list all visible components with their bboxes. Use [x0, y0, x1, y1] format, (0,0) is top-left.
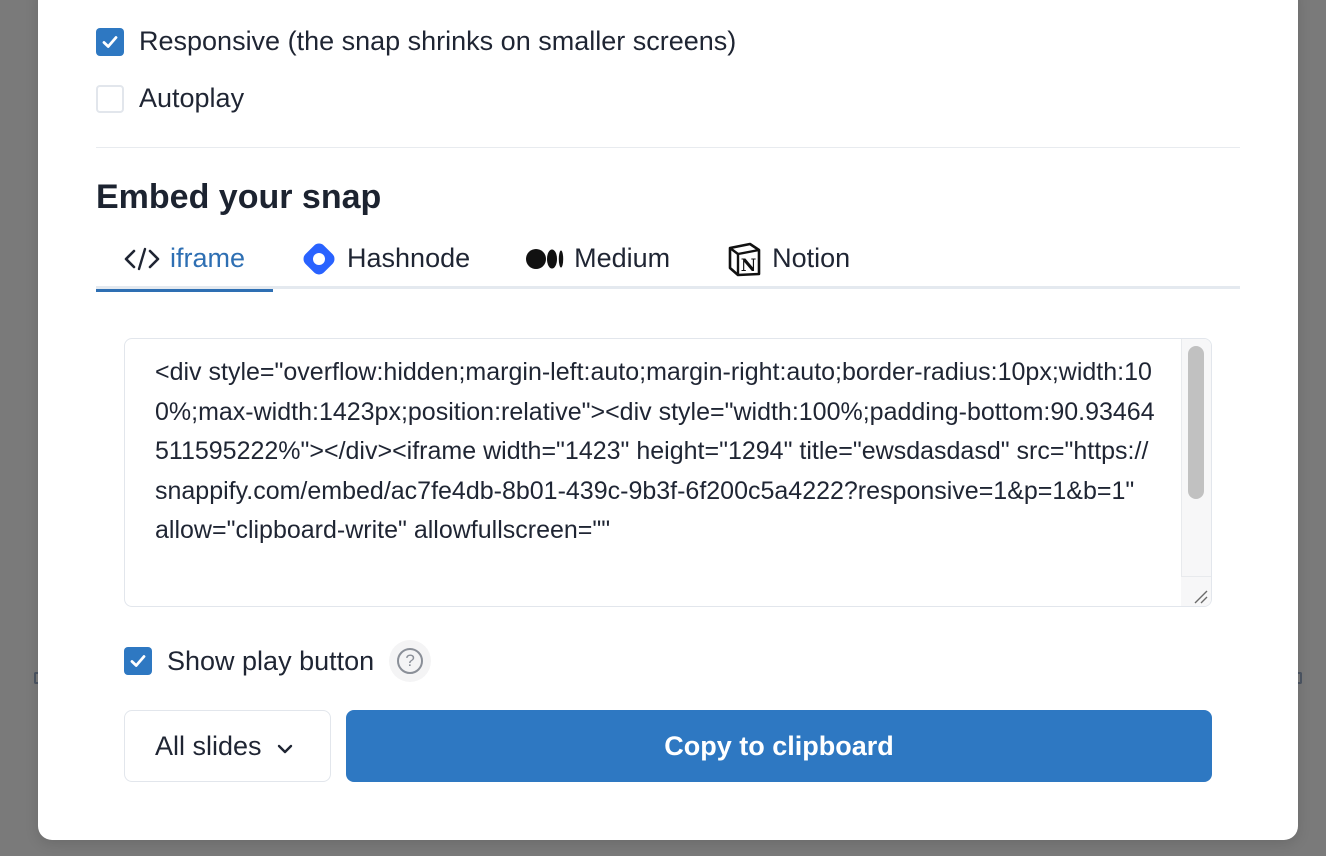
- tab-iframe-label: iframe: [170, 243, 246, 273]
- tab-medium[interactable]: Medium: [498, 228, 698, 289]
- responsive-checkbox[interactable]: [96, 27, 124, 56]
- tab-iframe[interactable]: iframe: [96, 228, 274, 292]
- show-play-button-label: Show play button: [167, 645, 375, 676]
- checkmark-icon: [130, 655, 146, 667]
- svg-text:N: N: [741, 256, 757, 276]
- autoplay-label: Autoplay: [139, 83, 245, 113]
- embed-code-textarea[interactable]: <div style="overflow:hidden;margin-left:…: [124, 338, 1212, 607]
- autoplay-option[interactable]: Autoplay: [96, 83, 244, 114]
- help-button[interactable]: ?: [389, 640, 432, 682]
- show-play-button-checkbox[interactable]: [124, 647, 152, 675]
- scrollbar-thumb[interactable]: [1188, 346, 1204, 499]
- show-play-button-option[interactable]: Show play button ?: [124, 640, 432, 682]
- tab-medium-label: Medium: [574, 243, 671, 273]
- slides-select-value: All slides: [155, 730, 262, 761]
- slides-select[interactable]: All slides: [124, 710, 331, 782]
- embed-modal: Responsive (the snap shrinks on smaller …: [38, 0, 1298, 840]
- copy-to-clipboard-button[interactable]: Copy to clipboard: [346, 710, 1212, 782]
- embed-code-text[interactable]: <div style="overflow:hidden;margin-left:…: [155, 353, 1155, 551]
- tab-hashnode[interactable]: Hashnode: [273, 228, 498, 289]
- medium-logo-icon: [526, 247, 564, 271]
- question-circle-icon: ?: [397, 648, 424, 674]
- resize-handle-icon[interactable]: [1181, 576, 1211, 606]
- hashnode-logo-icon: [301, 241, 337, 277]
- autoplay-checkbox[interactable]: [96, 84, 124, 113]
- chevron-down-icon: [276, 731, 294, 762]
- section-divider: [96, 147, 1240, 148]
- tab-hashnode-label: Hashnode: [347, 243, 471, 273]
- responsive-option[interactable]: Responsive (the snap shrinks on smaller …: [96, 26, 736, 57]
- embed-section-title: Embed your snap: [96, 178, 382, 216]
- code-icon: [124, 246, 160, 272]
- responsive-label: Responsive (the snap shrinks on smaller …: [139, 26, 737, 56]
- tab-notion[interactable]: N Notion: [698, 228, 878, 289]
- tab-notion-label: Notion: [772, 243, 851, 273]
- textarea-scrollbar[interactable]: [1181, 339, 1211, 606]
- embed-tabs: iframe Hashnode Medium N Notion: [96, 228, 1240, 292]
- checkmark-icon: [102, 35, 118, 48]
- notion-logo-icon: N: [726, 241, 762, 277]
